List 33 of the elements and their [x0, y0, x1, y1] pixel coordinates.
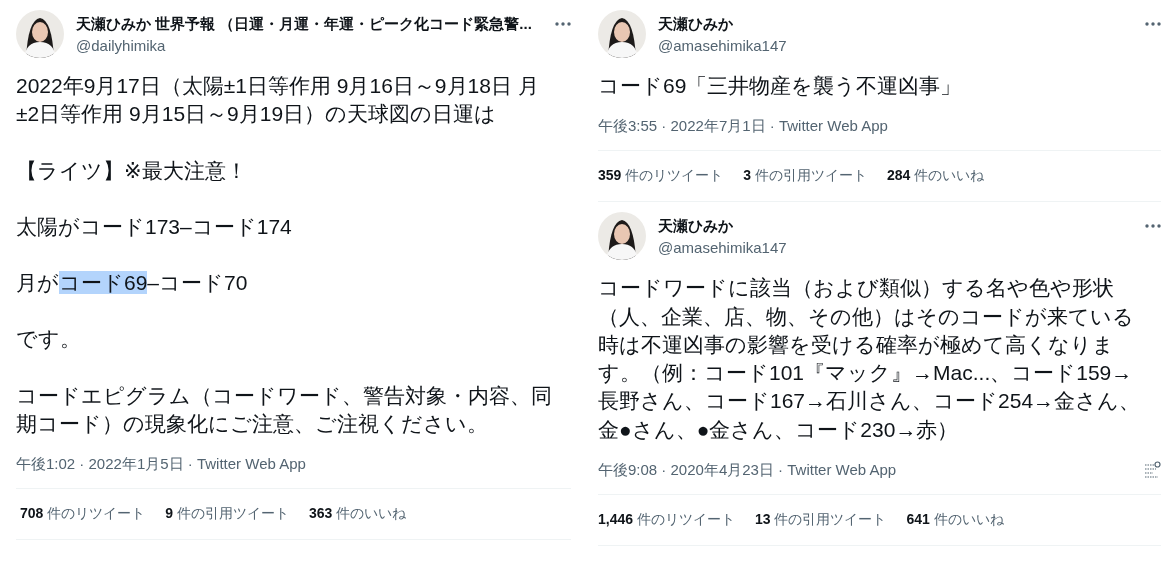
tweet-text: コード69「三井物産を襲う不運凶事」	[598, 73, 963, 99]
display-name[interactable]: 天瀬ひみか	[658, 216, 1133, 237]
stat-link[interactable]: 708 件のリツイート	[20, 505, 146, 524]
timestamp: 午後9:08 · 2020年4月23日 · Twitter Web App	[598, 460, 898, 480]
avatar[interactable]	[16, 10, 64, 58]
stat-link[interactable]: 363 件のいいね	[308, 505, 407, 524]
avatar[interactable]	[598, 10, 646, 58]
stat-link[interactable]: 9 件の引用ツイート	[165, 505, 289, 524]
user-handle[interactable]: @dailyhimika	[76, 36, 543, 56]
tweet-text: 2022年9月17日（太陽±1日等作用 9月16日～9月18日 月±2日等作用 9月15日～9月19日）の天球図の日運は	[16, 73, 540, 128]
display-name[interactable]: 天瀬ひみか	[658, 14, 1133, 34]
stat-link[interactable]: 641 件のいいね	[906, 511, 1004, 530]
avatar[interactable]	[598, 212, 646, 261]
display-name[interactable]: 天瀬ひみか 世界予報 （日運・月運・年運・ピーク化コード緊急警...	[76, 14, 543, 34]
more-icon[interactable]	[555, 22, 571, 26]
timestamp: 午後1:02 · 2022年1月5日 · Twitter Web App	[16, 454, 307, 474]
user-handle[interactable]: @amasehimika147	[658, 36, 1133, 56]
stat-link[interactable]: 13 件の引用ツイート	[754, 511, 887, 530]
tweet-text: 太陽がコード173–コード174	[16, 213, 293, 240]
tweet-text: 月がコード69–コード70	[16, 270, 249, 297]
stat-link[interactable]: 359 件のリツイート	[598, 167, 724, 186]
stat-link[interactable]: 284 件のいいね	[886, 167, 985, 186]
stat-link[interactable]: 1,446 件のリツイート	[598, 511, 735, 530]
tweet-text: です。	[16, 326, 82, 353]
stat-link[interactable]: 3 件の引用ツイート	[743, 167, 867, 186]
timestamp: 午後3:55 · 2022年7月1日 · Twitter Web App	[598, 116, 889, 136]
more-icon[interactable]	[1145, 224, 1161, 229]
more-icon[interactable]	[1145, 22, 1161, 26]
tweet-text: 【ライツ】※最大注意！	[16, 157, 248, 184]
user-handle[interactable]: @amasehimika147	[658, 238, 1133, 259]
tweet-text: コードエピグラム（コードワード、警告対象・内容、同期コード）の現象化にご注意、ご注視ください。	[16, 382, 553, 438]
analytics-icon[interactable]	[1143, 461, 1161, 480]
tweet-text: コードワードに該当（および類似）する名や色や形状（人、企業、店、物、その他）はそのコードが来ている時は不運凶事の影響を受ける確率が極めて高くなります。（例：コード101『マック』→Mac...、コード159→長野さん、コード167→石川さん、コード254→金さん、金●さん、●金さん、コード230→赤）	[598, 275, 1142, 443]
